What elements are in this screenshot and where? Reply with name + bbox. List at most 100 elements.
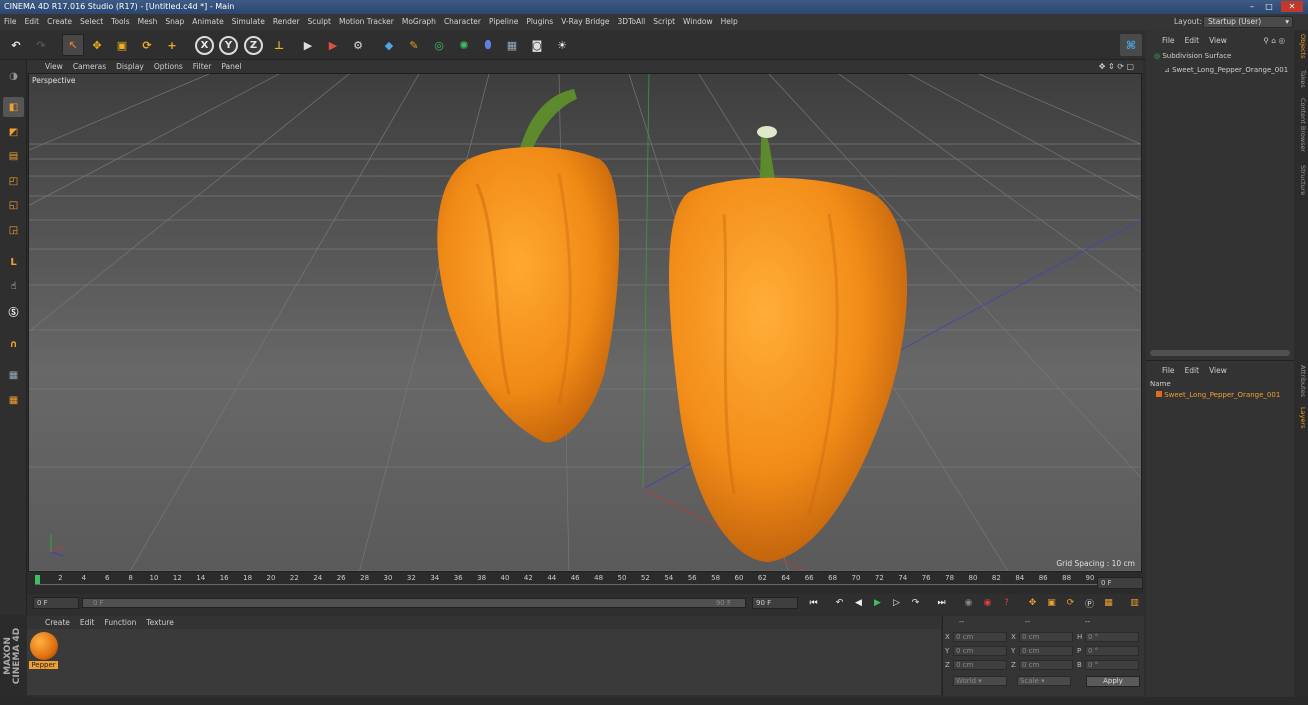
menu-sculpt[interactable]: Sculpt <box>304 14 335 30</box>
coord-value-field[interactable]: 0 ° <box>1085 632 1139 642</box>
material-swatch[interactable]: Pepper <box>29 631 59 671</box>
om-menu-view[interactable]: View <box>1204 34 1232 47</box>
coord-value-field[interactable]: 0 cm <box>953 646 1007 656</box>
playhead-marker[interactable] <box>35 575 40 584</box>
menu-mograph[interactable]: MoGraph <box>398 14 440 30</box>
coord-value-field[interactable]: 0 cm <box>1019 632 1073 642</box>
coord-value-field[interactable]: 0 ° <box>1085 660 1139 670</box>
coord-value-field[interactable]: 0 cm <box>1019 646 1073 656</box>
tab-takes[interactable]: Takes <box>1295 70 1307 88</box>
viewport-menu-filter[interactable]: Filter <box>188 60 217 73</box>
coord-type-select[interactable]: Scale ▾ <box>1017 676 1071 686</box>
coordinate-system-icon[interactable]: ⊥ <box>268 34 290 56</box>
render-settings-icon[interactable]: ⚙ <box>347 34 369 56</box>
menu-help[interactable]: Help <box>717 14 742 30</box>
point-level-key-icon[interactable]: ▦ <box>1101 596 1116 610</box>
coord-mode-select[interactable]: World ▾ <box>953 676 1007 686</box>
menu-pipeline[interactable]: Pipeline <box>485 14 522 30</box>
viewport-menu-view[interactable]: View <box>27 60 68 73</box>
coord-value-field[interactable]: 0 cm <box>1019 660 1073 670</box>
play-forward-icon[interactable]: ▶ <box>870 596 885 610</box>
keyframe-selection-icon[interactable]: ? <box>999 596 1014 610</box>
record-active-objects-icon[interactable]: ◉ <box>961 596 976 610</box>
menu-window[interactable]: Window <box>679 14 717 30</box>
go-to-end-icon[interactable]: ⏭ <box>934 596 949 610</box>
apply-button[interactable]: Apply <box>1086 676 1140 687</box>
timeline-window-icon[interactable]: ▥ <box>1127 596 1142 610</box>
lm-menu-edit[interactable]: Edit <box>1180 364 1205 377</box>
layout-select[interactable]: Startup (User) ▾ <box>1203 16 1293 28</box>
workplane-icon[interactable]: ▦ <box>3 365 24 385</box>
edges-mode-icon[interactable]: ◱ <box>3 195 24 215</box>
floor-icon[interactable]: ▦ <box>501 34 523 56</box>
python-icon[interactable]: ⌘ <box>1120 34 1142 56</box>
viewport-navigation-icons[interactable]: ✥ ⇕ ⟳ ▢ <box>1094 60 1139 73</box>
polygons-mode-icon[interactable]: ◲ <box>3 220 24 240</box>
lm-menu-view[interactable]: View <box>1204 364 1232 377</box>
make-editable-icon[interactable]: ◑ <box>3 66 24 86</box>
lm-menu-file[interactable]: File <box>1146 364 1180 377</box>
y-axis-lock-icon[interactable]: Y <box>219 36 238 55</box>
menu-snap[interactable]: Snap <box>161 14 188 30</box>
next-key-icon[interactable]: ↷ <box>908 596 923 610</box>
position-key-icon[interactable]: ✥ <box>1025 596 1040 610</box>
pen-spline-icon[interactable]: ✎ <box>403 34 425 56</box>
live-selection-icon[interactable]: ↖ <box>62 34 84 56</box>
coord-value-field[interactable]: 0 ° <box>1085 646 1139 656</box>
material-menu-texture[interactable]: Texture <box>141 616 178 629</box>
move-tool-icon[interactable]: ✥ <box>86 34 108 56</box>
frame-range-slider[interactable]: 0 F 90 F <box>82 598 746 608</box>
tab-attributes[interactable]: Attributes <box>1295 365 1307 397</box>
menu-edit[interactable]: Edit <box>21 14 44 30</box>
parameter-key-icon[interactable]: Ⓟ <box>1082 596 1097 610</box>
viewport-menu-panel[interactable]: Panel <box>216 60 246 73</box>
menu-character[interactable]: Character <box>440 14 485 30</box>
material-menu-function[interactable]: Function <box>99 616 141 629</box>
object-pepper-mesh[interactable]: ⊿ Sweet_Long_Pepper_Orange_001 <box>1164 66 1288 74</box>
coord-value-field[interactable]: 0 cm <box>953 632 1007 642</box>
menu-script[interactable]: Script <box>649 14 679 30</box>
render-picture-viewer-icon[interactable]: ▶ <box>322 34 344 56</box>
solo-mode-icon[interactable]: Ⓢ <box>3 301 24 321</box>
snap-icon[interactable]: ∩ <box>3 334 24 354</box>
menu-tools[interactable]: Tools <box>107 14 133 30</box>
minimize-button[interactable]: – <box>1245 1 1259 12</box>
object-subdivision-surface[interactable]: ◎ Subdivision Surface <box>1154 52 1231 60</box>
menu-select[interactable]: Select <box>76 14 107 30</box>
subdivision-surface-icon[interactable]: ◎ <box>428 34 450 56</box>
texture-mode-icon[interactable]: ◩ <box>3 122 24 142</box>
menu-animate[interactable]: Animate <box>188 14 227 30</box>
redo-icon[interactable]: ↷ <box>30 34 52 56</box>
object-manager-scrollbar[interactable] <box>1150 350 1290 356</box>
previous-key-icon[interactable]: ↶ <box>832 596 847 610</box>
menu-create[interactable]: Create <box>43 14 76 30</box>
menu-vray-bridge[interactable]: V-Ray Bridge <box>557 14 613 30</box>
viewport-menu-cameras[interactable]: Cameras <box>68 60 111 73</box>
light-icon[interactable]: ☀ <box>551 34 573 56</box>
viewport-menu-display[interactable]: Display <box>111 60 149 73</box>
workplane-mode-icon[interactable]: ▤ <box>3 146 24 166</box>
array-icon[interactable]: ✺ <box>453 34 475 56</box>
om-menu-file[interactable]: File <box>1146 34 1180 47</box>
layer-item-pepper[interactable]: Sweet_Long_Pepper_Orange_001 <box>1156 391 1280 399</box>
x-axis-lock-icon[interactable]: X <box>195 36 214 55</box>
menu-motion-tracker[interactable]: Motion Tracker <box>335 14 398 30</box>
model-mode-icon[interactable]: ◧ <box>3 97 24 117</box>
deformer-icon[interactable]: ⬮ <box>477 34 499 56</box>
last-tool-icon[interactable]: + <box>161 34 183 56</box>
material-menu-edit[interactable]: Edit <box>75 616 100 629</box>
autokeying-icon[interactable]: ◉ <box>980 596 995 610</box>
timeline-ruler[interactable]: 0246810121416182022242628303234363840424… <box>27 572 1143 594</box>
camera-icon[interactable]: ◙ <box>526 34 548 56</box>
axis-mode-icon[interactable]: L <box>3 252 24 272</box>
rotate-tool-icon[interactable]: ⟳ <box>136 34 158 56</box>
menu-3dtoall[interactable]: 3DToAll <box>614 14 650 30</box>
scale-key-icon[interactable]: ▣ <box>1044 596 1059 610</box>
menu-plugins[interactable]: Plugins <box>522 14 557 30</box>
tab-structure[interactable]: Structure <box>1295 165 1307 195</box>
render-view-icon[interactable]: ▶ <box>297 34 319 56</box>
om-search-icons[interactable]: ⚲ ⌂ ◎ <box>1258 34 1290 47</box>
close-button[interactable]: ✕ <box>1281 1 1303 12</box>
menu-mesh[interactable]: Mesh <box>134 14 162 30</box>
points-mode-icon[interactable]: ◰ <box>3 171 24 191</box>
